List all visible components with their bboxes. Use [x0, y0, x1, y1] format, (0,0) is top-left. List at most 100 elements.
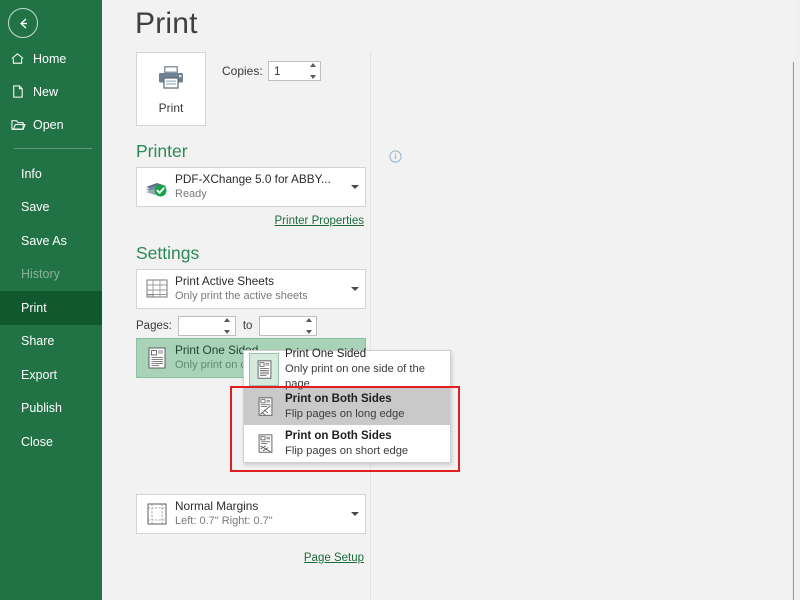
pages-to-arrows[interactable] [303, 318, 314, 334]
print-settings-column: Print Copies: Printer [136, 52, 402, 566]
stepper-up-icon[interactable] [309, 63, 316, 67]
sidebar-main-group: Info Save Save As History Print Share Ex… [0, 157, 102, 459]
home-icon [9, 50, 26, 67]
printer-heading-text: Printer [136, 141, 188, 161]
print-what-subtitle: Only print the active sheets [175, 290, 308, 302]
sidebar-divider [14, 148, 92, 149]
sidebar-item-open[interactable]: Open [0, 108, 102, 141]
sidebar-item-home[interactable]: Home [0, 42, 102, 75]
dropdown-option-title: Print on Both Sides [285, 392, 392, 405]
dropdown-option-subtitle: Only print on one side of the page [285, 363, 425, 390]
sidebar-item-export[interactable]: Export [0, 358, 102, 392]
both-sides-short-edge-icon [249, 433, 281, 455]
pages-from-input[interactable] [178, 318, 219, 336]
margins-icon [143, 502, 171, 526]
stepper-up-icon[interactable] [224, 318, 231, 322]
print-preview-pane: Creative Service Type A: Minimum Video C… [370, 52, 800, 600]
new-document-icon [9, 83, 26, 100]
info-circle-icon[interactable] [389, 147, 402, 163]
one-sided-icon [249, 353, 279, 386]
sidebar-item-new[interactable]: New [0, 75, 102, 108]
sidebar-item-label: New [33, 84, 59, 99]
dropdown-option-title: Print on Both Sides [285, 429, 392, 442]
copies-input[interactable] [269, 63, 304, 81]
sidebar-item-label: Print [21, 300, 47, 315]
pages-range-row: Pages: to [136, 314, 366, 338]
both-sides-long-edge-icon [249, 396, 281, 418]
dropdown-option-text: Print on Both Sides Flip pages on long e… [281, 392, 404, 422]
page-setup-link[interactable]: Page Setup [304, 552, 364, 564]
one-sided-icon [143, 346, 171, 370]
page-setup-row: Page Setup [136, 548, 366, 566]
back-button[interactable] [8, 8, 38, 38]
chevron-down-icon[interactable] [345, 512, 365, 516]
sheets-icon [143, 277, 171, 301]
settings-heading-text: Settings [136, 243, 200, 263]
sidebar-item-print[interactable]: Print [0, 291, 102, 325]
print-what-select[interactable]: Print Active Sheets Only print the activ… [136, 269, 366, 309]
dropdown-option-subtitle: Flip pages on short edge [285, 444, 409, 457]
sidebar-item-save[interactable]: Save [0, 191, 102, 225]
pages-to-stepper[interactable] [259, 316, 318, 336]
sidebar-item-label: Open [33, 117, 64, 132]
sidebar-item-label: History [21, 267, 60, 282]
pages-to-label: to [242, 320, 253, 332]
copies-label: Copies: [222, 64, 263, 78]
vertical-scrollbar[interactable] [794, 0, 800, 600]
dropdown-option-text: Print One Sided Only print on one side o… [281, 347, 450, 392]
dropdown-option-both-sides-long-edge[interactable]: Print on Both Sides Flip pages on long e… [244, 388, 450, 425]
sidebar-item-label: Home [33, 51, 67, 66]
sidebar-item-label: Publish [21, 401, 62, 416]
sidebar-item-share[interactable]: Share [0, 325, 102, 359]
pages-label: Pages: [136, 320, 172, 332]
pages-from-arrows[interactable] [222, 318, 233, 334]
copies-stepper[interactable] [268, 61, 321, 81]
sidebar-item-close[interactable]: Close [0, 425, 102, 459]
back-arrow-icon [19, 18, 27, 28]
stepper-down-icon[interactable] [305, 330, 312, 334]
sidebar-top-group: Home New Open [0, 42, 102, 156]
print-what-text: Print Active Sheets Only print the activ… [171, 274, 345, 304]
copies-stepper-arrows[interactable] [307, 63, 318, 79]
sidebar-item-label: Save As [21, 233, 67, 248]
pages-to-input[interactable] [260, 318, 301, 336]
dropdown-option-both-sides-short-edge[interactable]: Print on Both Sides Flip pages on short … [244, 425, 450, 462]
printer-properties-link[interactable]: Printer Properties [275, 215, 364, 227]
sidebar-item-label: Close [21, 434, 53, 449]
sidebar-item-info[interactable]: Info [0, 157, 102, 191]
sidebar-item-label: Save [21, 200, 50, 215]
printer-icon [156, 64, 186, 95]
print-what-title: Print Active Sheets [175, 274, 275, 288]
margins-select[interactable]: Normal Margins Left: 0.7" Right: 0.7" [136, 494, 366, 534]
print-button[interactable]: Print [136, 52, 206, 126]
margins-subtitle: Left: 0.7" Right: 0.7" [175, 515, 273, 527]
sidebar-item-label: Info [21, 166, 42, 181]
sidebar-item-label: Share [21, 334, 55, 349]
dropdown-option-text: Print on Both Sides Flip pages on short … [281, 429, 408, 459]
print-sides-dropdown: Print One Sided Only print on one side o… [243, 348, 451, 463]
chevron-down-icon[interactable] [345, 287, 365, 291]
page-title: Print [135, 7, 198, 40]
sidebar-item-history: History [0, 258, 102, 292]
sidebar-item-publish[interactable]: Publish [0, 392, 102, 426]
backstage-main: Print Creative Service Type A: Minimum V… [102, 0, 800, 600]
chevron-down-icon[interactable] [345, 185, 365, 189]
dropdown-option-one-sided[interactable]: Print One Sided Only print on one side o… [244, 348, 450, 390]
sidebar-item-label: Export [21, 367, 58, 382]
printer-properties-row: Printer Properties [136, 211, 366, 229]
printer-select-text: PDF-XChange 5.0 for ABBY... Ready [171, 172, 345, 202]
pages-from-stepper[interactable] [177, 316, 236, 336]
print-button-label: Print [158, 100, 184, 115]
stepper-down-icon[interactable] [224, 330, 231, 334]
margins-title: Normal Margins [175, 499, 259, 513]
margins-text: Normal Margins Left: 0.7" Right: 0.7" [171, 499, 345, 529]
stepper-down-icon[interactable] [309, 75, 316, 79]
sidebar-item-save-as[interactable]: Save As [0, 224, 102, 258]
backstage-sidebar: Home New Open Info Save Save As History … [0, 0, 102, 600]
stepper-up-icon[interactable] [305, 318, 312, 322]
printer-name: PDF-XChange 5.0 for ABBY... [175, 172, 331, 186]
printer-select[interactable]: PDF-XChange 5.0 for ABBY... Ready [136, 167, 366, 207]
print-action-row: Print Copies: [136, 52, 366, 127]
dropdown-option-title: Print One Sided [285, 348, 367, 360]
open-folder-icon [9, 116, 26, 133]
